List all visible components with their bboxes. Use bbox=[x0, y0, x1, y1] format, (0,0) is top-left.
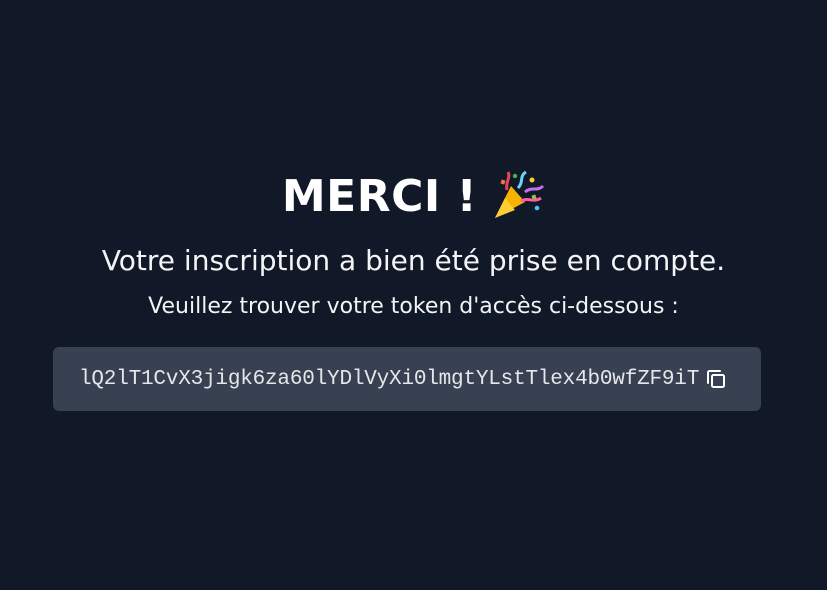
copy-icon[interactable] bbox=[704, 367, 728, 391]
token-instruction: Veuillez trouver votre token d'accès ci-… bbox=[148, 294, 679, 319]
title-row: MERCI ! bbox=[0, 168, 827, 226]
page-title: MERCI ! bbox=[281, 171, 478, 222]
confirmation-message: Votre inscription a bien été prise en co… bbox=[101, 244, 726, 277]
thank-you-page: MERCI ! Votre inscription a bien été pri… bbox=[0, 0, 827, 590]
access-token: lQ2lT1CvX3jigk6za60lYDlVyXi0lmgtYLstTlex… bbox=[79, 367, 700, 391]
party-popper-icon bbox=[487, 168, 545, 226]
copy-token-button[interactable] bbox=[701, 364, 731, 394]
token-box: lQ2lT1CvX3jigk6za60lYDlVyXi0lmgtYLstTlex… bbox=[53, 347, 761, 411]
